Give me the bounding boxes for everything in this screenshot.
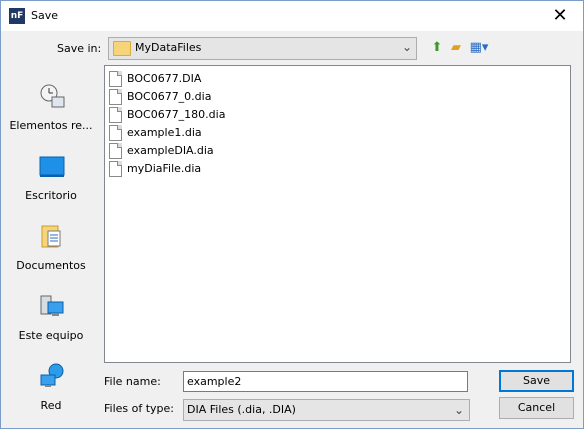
save-dialog: nF Save ✕ Save in: MyDataFiles ⌄ ⬆ ▰ ▦▾ … [0, 0, 584, 429]
cancel-button[interactable]: Cancel [499, 397, 574, 419]
place-label: Red [40, 399, 62, 412]
view-menu-icon[interactable]: ▦▾ [467, 40, 491, 56]
title-bar[interactable]: nF Save ✕ [1, 1, 583, 31]
file-icon [109, 71, 122, 87]
file-icon [109, 143, 122, 159]
file-icon [109, 125, 122, 141]
list-item[interactable]: BOC0677.DIA [109, 70, 309, 88]
window-title: Save [31, 9, 59, 22]
list-item[interactable]: myDiaFile.dia [109, 160, 309, 178]
file-list[interactable]: BOC0677.DIA BOC0677_0.dia BOC0677_180.di… [104, 65, 571, 363]
chevron-down-icon: ⌄ [401, 40, 412, 54]
file-name-input[interactable]: example2 [183, 371, 468, 392]
place-this-pc[interactable]: Este equipo [9, 287, 93, 353]
place-label: Escritorio [25, 189, 77, 202]
save-in-value: MyDataFiles [135, 41, 202, 54]
place-label: Documentos [16, 259, 86, 272]
places-bar: Elementos re... Escritorio Documentos Es… [9, 65, 93, 425]
place-recent[interactable]: Elementos re... [9, 77, 93, 143]
list-item[interactable]: example1.dia [109, 124, 309, 142]
folder-icon [113, 41, 131, 56]
desktop-icon [39, 156, 65, 177]
place-label: Elementos re... [9, 119, 93, 132]
close-button[interactable]: ✕ [537, 1, 583, 31]
place-label: Este equipo [18, 329, 84, 342]
save-in-dropdown[interactable]: MyDataFiles ⌄ [108, 37, 417, 60]
up-folder-icon[interactable]: ⬆ [429, 40, 445, 56]
file-type-value: DIA Files (.dia, .DIA) [187, 403, 296, 416]
list-item[interactable]: BOC0677_180.dia [109, 106, 309, 124]
close-icon: ✕ [552, 5, 568, 26]
file-name-label: File name: [104, 375, 161, 388]
file-icon [109, 107, 122, 123]
chevron-down-icon: ⌄ [453, 403, 464, 417]
documents-icon [41, 225, 61, 248]
network-icon [40, 363, 64, 387]
new-folder-icon[interactable]: ▰ [448, 40, 464, 56]
place-desktop[interactable]: Escritorio [9, 147, 93, 213]
place-network[interactable]: Red [9, 357, 93, 423]
file-type-dropdown[interactable]: DIA Files (.dia, .DIA) ⌄ [183, 399, 470, 421]
file-icon [109, 161, 122, 177]
file-icon [109, 89, 122, 105]
recent-items-icon [40, 84, 65, 108]
place-documents[interactable]: Documentos [9, 217, 93, 283]
computer-icon [40, 295, 64, 316]
file-type-label: Files of type: [104, 402, 175, 415]
file-name-value: example2 [187, 375, 242, 388]
save-in-label: Save in: [57, 42, 102, 55]
list-item[interactable]: exampleDIA.dia [109, 142, 309, 160]
save-button[interactable]: Save [499, 370, 574, 392]
app-icon: nF [9, 8, 25, 24]
list-item[interactable]: BOC0677_0.dia [109, 88, 309, 106]
